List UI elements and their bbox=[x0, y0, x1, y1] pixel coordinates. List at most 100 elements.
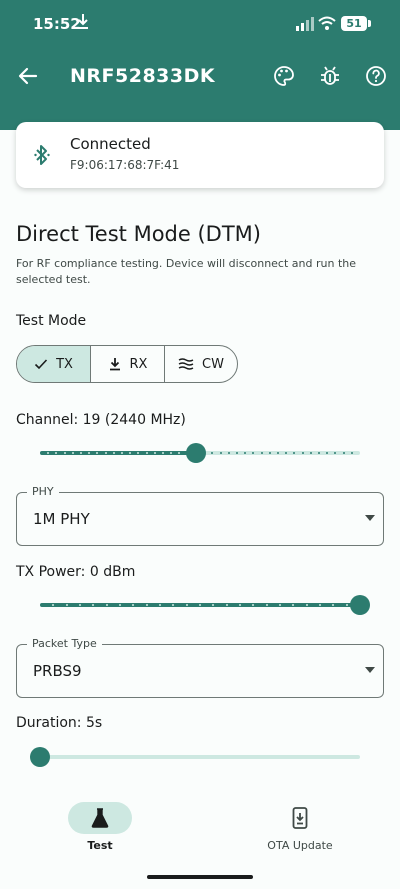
status-time: 15:52 bbox=[33, 15, 81, 33]
slider-thumb[interactable] bbox=[350, 595, 370, 615]
test-mode-tx-label: TX bbox=[56, 356, 73, 372]
slider-tick bbox=[239, 604, 241, 606]
slider-tick bbox=[334, 452, 336, 454]
slider-tick bbox=[310, 452, 312, 454]
slider-tick bbox=[79, 604, 81, 606]
slider-tick bbox=[212, 604, 214, 606]
duration-label: Duration: 5s bbox=[16, 715, 103, 731]
slider-tick bbox=[269, 452, 271, 454]
slider-tick bbox=[132, 604, 134, 606]
duration-slider[interactable] bbox=[30, 745, 360, 769]
download-icon bbox=[109, 358, 120, 371]
page-title: NRF52833DK bbox=[70, 65, 216, 87]
bug-icon bbox=[321, 66, 339, 85]
slider-tick bbox=[220, 452, 222, 454]
slider-tick bbox=[154, 452, 156, 454]
slider-tick bbox=[244, 452, 246, 454]
slider-tick bbox=[55, 452, 57, 454]
packet-type-value: PRBS9 bbox=[33, 662, 82, 680]
nav-item-ota-update[interactable]: OTA Update bbox=[200, 802, 400, 862]
slider-tick bbox=[146, 604, 148, 606]
nav-item-test[interactable]: Test bbox=[0, 802, 200, 862]
tx-power-label: TX Power: 0 dBm bbox=[16, 564, 136, 580]
back-arrow-icon bbox=[18, 67, 38, 85]
slider-tick bbox=[170, 452, 172, 454]
slider-tick bbox=[159, 604, 161, 606]
download-status-icon bbox=[78, 14, 88, 29]
tx-power-slider[interactable] bbox=[40, 593, 370, 617]
slider-tick bbox=[129, 452, 131, 454]
slider-tick bbox=[292, 604, 294, 606]
slider-tick bbox=[119, 604, 121, 606]
test-mode-cw-label: CW bbox=[202, 356, 224, 372]
help-button[interactable] bbox=[360, 60, 392, 92]
theme-button[interactable] bbox=[268, 60, 300, 92]
test-mode-cw[interactable]: CW bbox=[165, 346, 237, 382]
phy-value: 1M PHY bbox=[33, 510, 90, 528]
channel-slider[interactable] bbox=[40, 441, 360, 465]
battery-indicator: 51 bbox=[341, 16, 367, 31]
slider-tick bbox=[186, 604, 188, 606]
slider-tick bbox=[343, 452, 345, 454]
signal-icon bbox=[296, 17, 314, 31]
slider-tick bbox=[80, 452, 82, 454]
slider-tick bbox=[96, 452, 98, 454]
slider-tick bbox=[319, 604, 321, 606]
nav-indicator bbox=[68, 802, 132, 834]
back-button[interactable] bbox=[12, 58, 44, 94]
app-bar: NRF52833DK bbox=[0, 48, 400, 104]
phy-label: PHY bbox=[27, 485, 59, 498]
bluetooth-icon bbox=[34, 145, 50, 165]
slider-tick bbox=[236, 452, 238, 454]
nav-label-ota-update: OTA Update bbox=[267, 839, 333, 852]
palette-icon bbox=[274, 66, 294, 86]
packet-type-dropdown[interactable]: Packet Type PRBS9 bbox=[16, 637, 384, 698]
slider-tick bbox=[277, 452, 279, 454]
slider-tick bbox=[302, 452, 304, 454]
slider-tick bbox=[72, 452, 74, 454]
test-mode-label: Test Mode bbox=[16, 313, 87, 329]
section-title: Direct Test Mode (DTM) bbox=[16, 222, 261, 246]
slider-tick bbox=[261, 452, 263, 454]
slider-tick bbox=[351, 452, 353, 454]
slider-tick bbox=[228, 452, 230, 454]
slider-tick bbox=[285, 452, 287, 454]
test-mode-rx[interactable]: RX bbox=[91, 346, 165, 382]
slider-tick bbox=[162, 452, 164, 454]
dropdown-arrow-icon bbox=[365, 667, 375, 673]
wifi-icon bbox=[318, 16, 336, 30]
slider-tick bbox=[146, 452, 148, 454]
check-icon bbox=[34, 359, 48, 370]
slider-thumb[interactable] bbox=[186, 443, 206, 463]
slider-tick bbox=[279, 604, 281, 606]
slider-tick bbox=[252, 452, 254, 454]
connection-status: Connected bbox=[70, 135, 151, 153]
slider-thumb[interactable] bbox=[30, 747, 50, 767]
slider-tick bbox=[121, 452, 123, 454]
slider-track-inactive bbox=[40, 755, 360, 759]
slider-tick bbox=[64, 452, 66, 454]
slider-tick bbox=[252, 604, 254, 606]
phy-dropdown[interactable]: PHY 1M PHY bbox=[16, 485, 384, 546]
packet-type-label: Packet Type bbox=[27, 637, 102, 650]
slider-tick bbox=[332, 604, 334, 606]
debug-button[interactable] bbox=[314, 60, 346, 92]
slider-tick bbox=[105, 452, 107, 454]
slider-tick bbox=[137, 452, 139, 454]
slider-tick bbox=[326, 452, 328, 454]
slider-tick bbox=[106, 604, 108, 606]
dropdown-arrow-icon bbox=[365, 515, 375, 521]
slider-tick bbox=[52, 604, 54, 606]
waves-icon bbox=[178, 358, 194, 370]
top-app-bar: 15:52 51 NRF52833DK bbox=[0, 0, 400, 130]
section-description: For RF compliance testing. Device will d… bbox=[16, 257, 356, 286]
slider-tick bbox=[346, 604, 348, 606]
slider-tick bbox=[178, 452, 180, 454]
phone-download-icon bbox=[292, 807, 308, 829]
test-mode-tx[interactable]: TX bbox=[17, 346, 91, 382]
flask-icon bbox=[91, 808, 109, 828]
slider-tick bbox=[172, 604, 174, 606]
slider-tick bbox=[266, 604, 268, 606]
battery-tip bbox=[368, 20, 371, 27]
slider-tick bbox=[92, 604, 94, 606]
